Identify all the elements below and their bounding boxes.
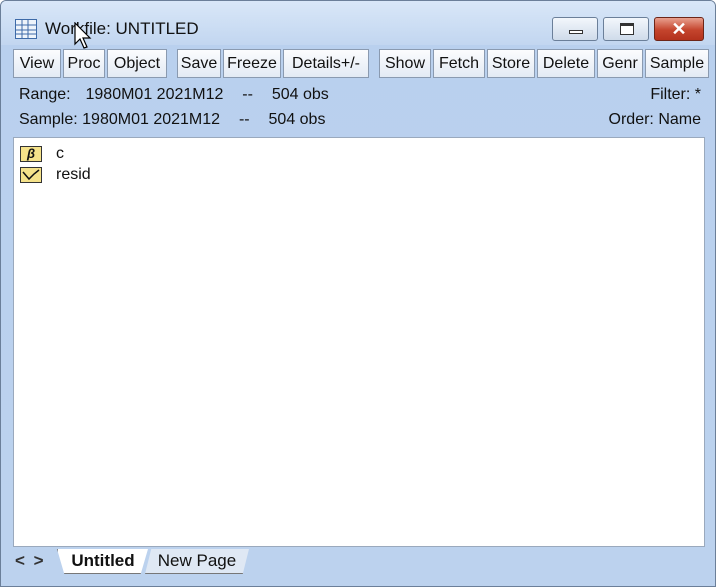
- store-button[interactable]: Store: [487, 49, 535, 78]
- fetch-button[interactable]: Fetch: [433, 49, 485, 78]
- close-button[interactable]: ✕: [654, 17, 704, 41]
- save-button[interactable]: Save: [177, 49, 221, 78]
- page-tab-bar: < > Untitled New Page: [13, 549, 709, 575]
- range-value: 1980M01 2021M12: [85, 86, 224, 103]
- sample-label: Sample:: [19, 111, 78, 128]
- workfile-object-list[interactable]: β c resid: [13, 137, 705, 547]
- proc-button[interactable]: Proc: [63, 49, 105, 78]
- view-button[interactable]: View: [13, 49, 61, 78]
- object-name: c: [56, 145, 64, 162]
- range-label: Range:: [19, 86, 71, 103]
- object-name: resid: [56, 166, 91, 183]
- filter-text[interactable]: Filter: *: [650, 86, 701, 104]
- maximize-icon: [620, 23, 634, 35]
- workfile-grid-icon: [15, 19, 37, 39]
- range-line: Range: 1980M01 2021M12 -- 504 obs: [19, 86, 329, 104]
- minimize-button[interactable]: [552, 17, 598, 41]
- maximize-button[interactable]: [603, 17, 649, 41]
- freeze-button[interactable]: Freeze: [223, 49, 281, 78]
- sample-separator: --: [238, 111, 250, 128]
- sample-line: Sample: 1980M01 2021M12 -- 504 obs: [19, 111, 325, 129]
- coefficient-vector-icon: β: [20, 146, 42, 162]
- sample-button[interactable]: Sample: [645, 49, 709, 78]
- window-title: Workfile: UNTITLED: [45, 19, 199, 38]
- range-separator: --: [242, 86, 253, 103]
- show-button[interactable]: Show: [379, 49, 431, 78]
- delete-button[interactable]: Delete: [537, 49, 595, 78]
- tab-new-page[interactable]: New Page: [145, 549, 249, 574]
- order-text[interactable]: Order: Name: [609, 111, 701, 129]
- range-obs: 504 obs: [271, 86, 329, 103]
- minimize-icon: [569, 30, 583, 34]
- workfile-toolbar: View Proc Object Save Freeze Details+/- …: [13, 49, 709, 79]
- title-bar[interactable]: Workfile: UNTITLED ✕: [1, 1, 715, 45]
- sample-value: 1980M01 2021M12: [82, 111, 221, 128]
- workfile-info-bar: Range: 1980M01 2021M12 -- 504 obs Sample…: [13, 81, 709, 135]
- sample-obs: 504 obs: [268, 111, 326, 128]
- workfile-window: Workfile: UNTITLED ✕ View Proc Object Sa…: [0, 0, 716, 587]
- tab-nav-arrows[interactable]: < >: [15, 551, 46, 571]
- details-button[interactable]: Details+/-: [283, 49, 369, 78]
- mouse-cursor-icon: [74, 22, 92, 49]
- close-icon: ✕: [671, 19, 687, 39]
- series-icon: [20, 167, 42, 183]
- tab-untitled[interactable]: Untitled: [57, 549, 148, 574]
- object-button[interactable]: Object: [107, 49, 167, 78]
- genr-button[interactable]: Genr: [597, 49, 643, 78]
